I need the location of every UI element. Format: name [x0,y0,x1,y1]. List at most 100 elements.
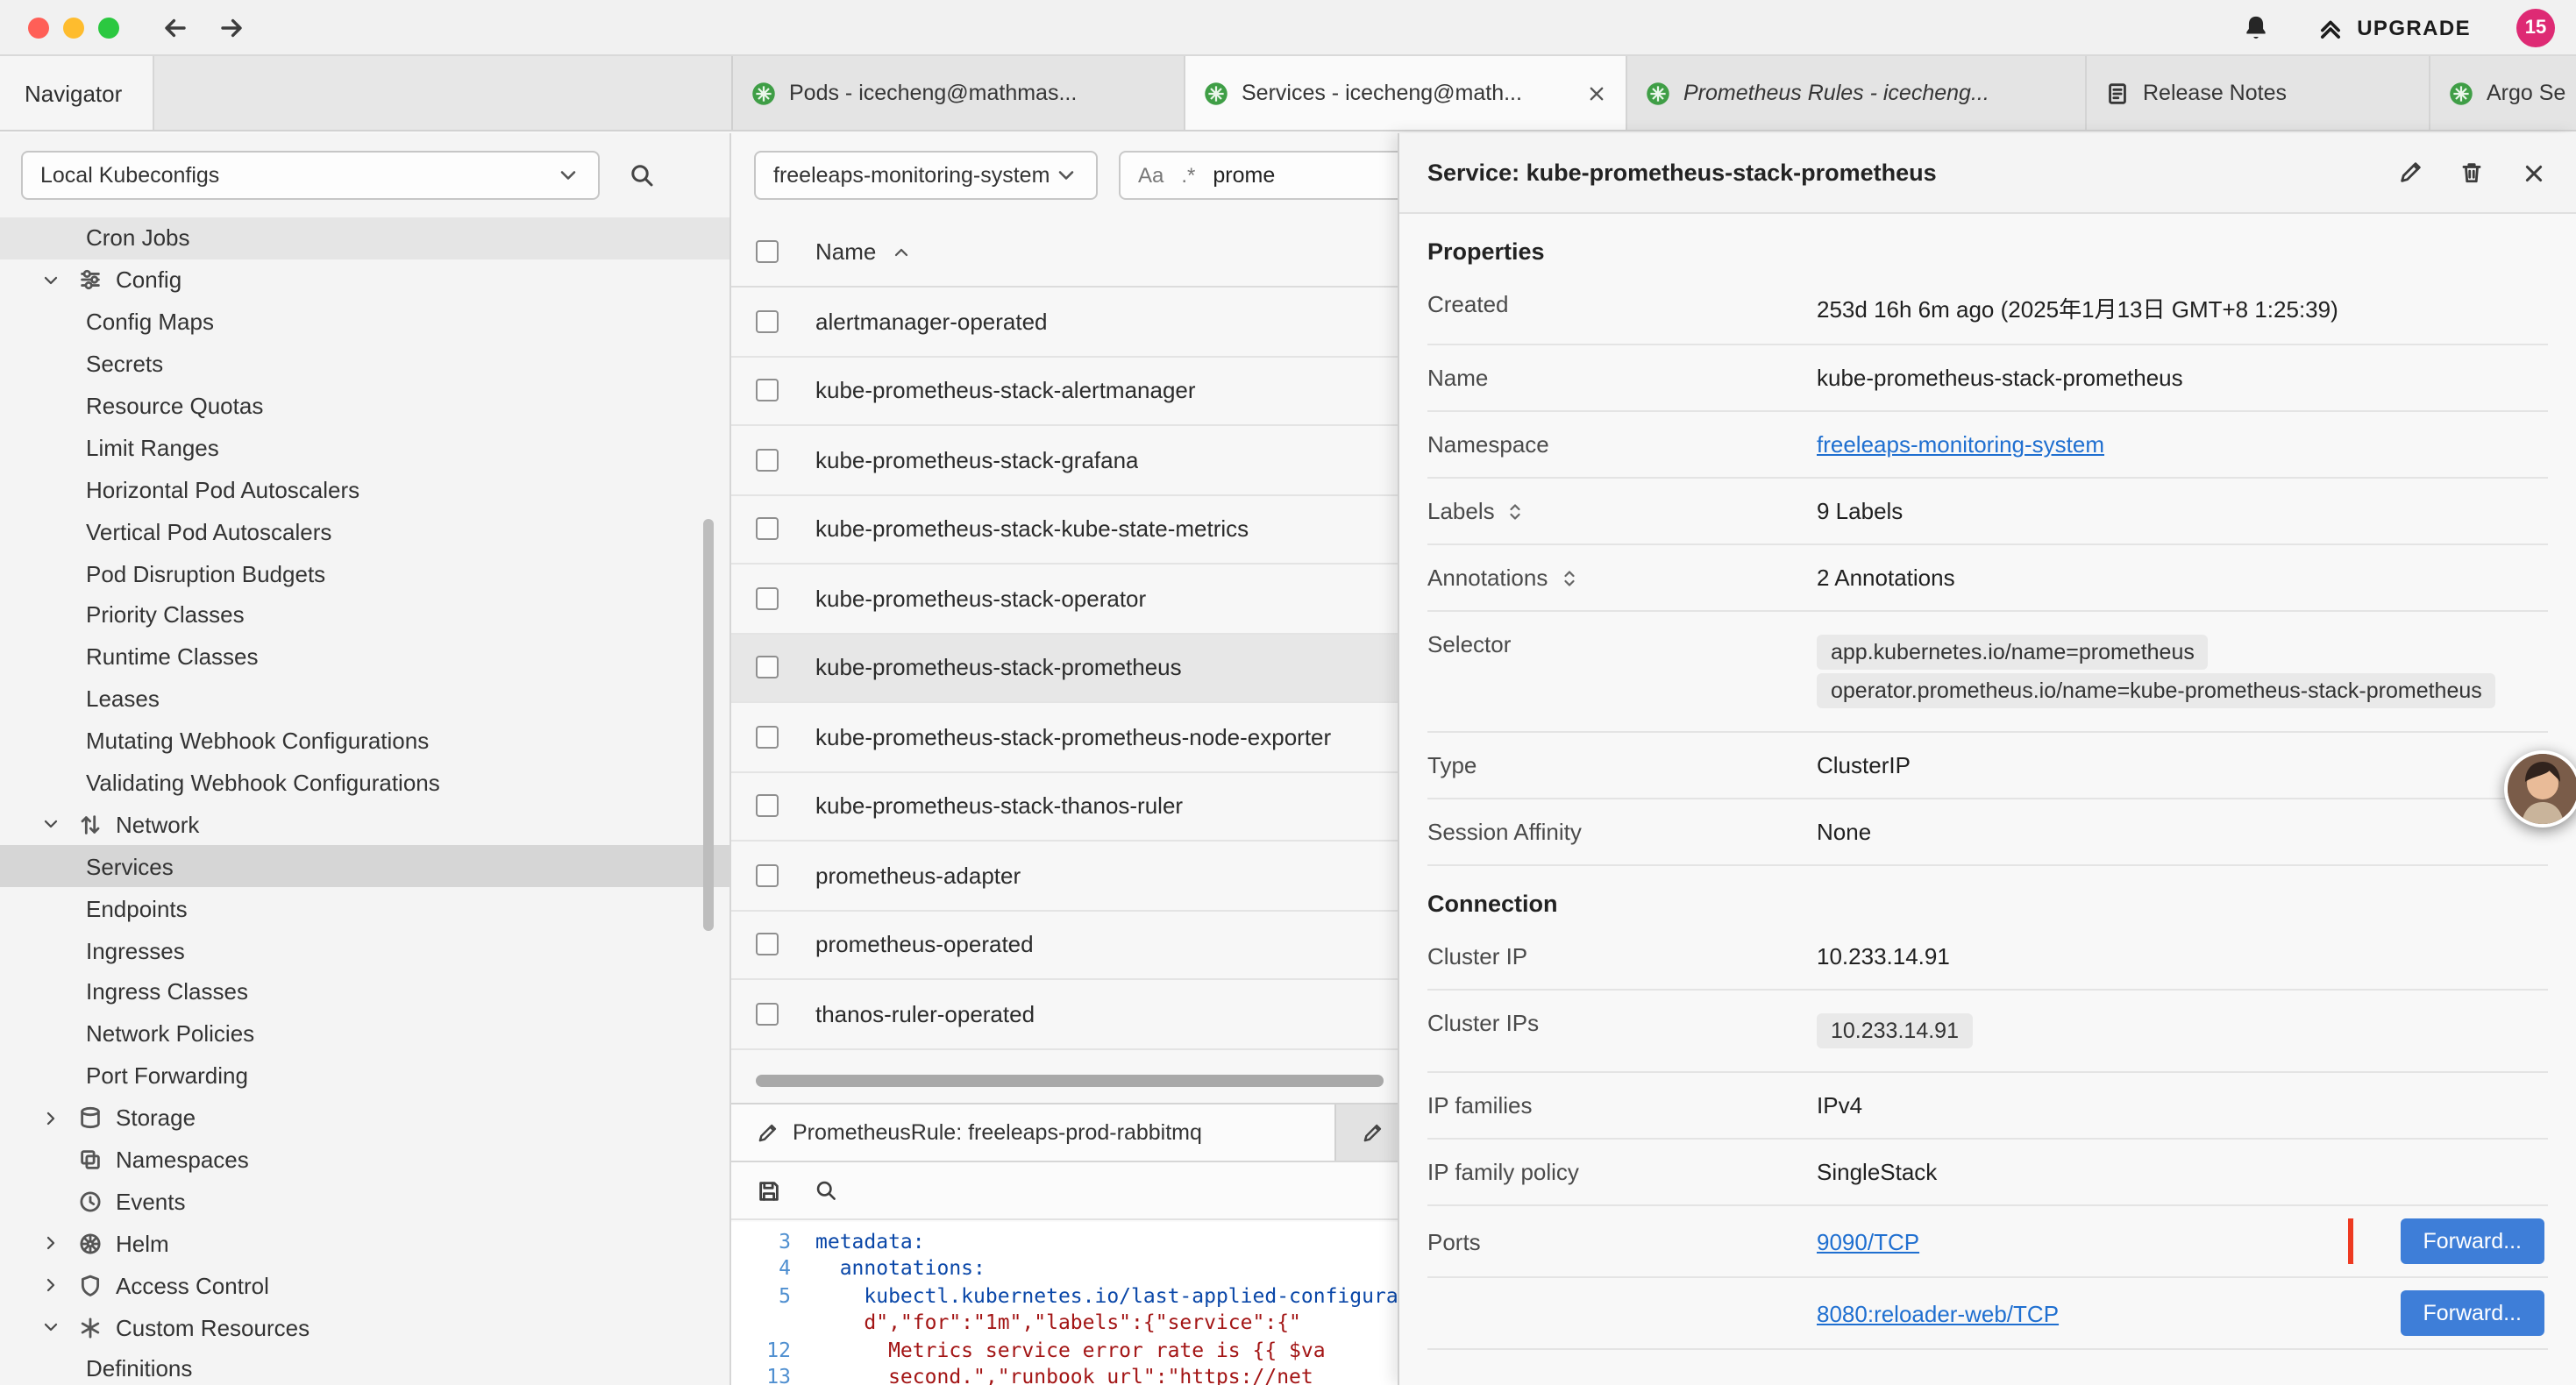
editor-search-icon[interactable] [814,1178,838,1203]
drawer-label-text: Session Affinity [1427,819,1582,845]
sidebar-item-ingress-classes[interactable]: Ingress Classes [0,971,729,1013]
sidebar-item-definitions[interactable]: Definitions [0,1348,729,1385]
row-checkbox[interactable] [756,587,779,610]
namespace-link[interactable]: freeleaps-monitoring-system [1817,431,2104,458]
tab-navigator[interactable]: Navigator [0,56,154,130]
sidebar-search-icon[interactable] [628,161,656,189]
kubeconfig-select[interactable]: Local Kubeconfigs [21,151,600,200]
row-checkbox[interactable] [756,657,779,679]
webcam-avatar[interactable] [2504,750,2576,827]
drawer-label: Session Affinity [1427,819,1817,845]
sidebar-item-label: Mutating Webhook Configurations [86,728,429,754]
sidebar-item-priority-classes[interactable]: Priority Classes [0,594,729,636]
port-link[interactable]: 8080:reloader-web/TCP [1817,1300,2059,1326]
sidebar-item-endpoints[interactable]: Endpoints [0,888,729,930]
sidebar-item-label: Helm [116,1231,169,1257]
chevron-down-icon [556,163,580,188]
drawer-item-port: 8080:reloader-web/TCP Forward... [1427,1278,2548,1350]
section-heading-connection: Connection [1427,891,2548,917]
sidebar-item-services[interactable]: Services [0,846,729,888]
lens-logo-icon [751,80,777,106]
chevron-right-icon[interactable] [39,1233,63,1254]
app-tab-argo-se[interactable]: Argo Se [2430,56,2576,130]
chevron-right-icon[interactable] [39,1107,63,1128]
sidebar-scrollbar[interactable] [703,519,714,931]
drawer-label-text: Selector [1427,631,1511,657]
match-case-toggle[interactable]: Aa [1138,163,1163,188]
sidebar-item-cron-jobs[interactable]: Cron Jobs [0,217,729,259]
drawer-label-text: Annotations [1427,565,1548,591]
select-all-checkbox[interactable] [756,240,779,263]
chevron-right-icon[interactable] [39,1275,63,1296]
row-checkbox[interactable] [756,934,779,956]
sidebar-item-limit-ranges[interactable]: Limit Ranges [0,427,729,469]
close-icon[interactable] [1585,82,1608,104]
updown-chevrons-icon[interactable] [1558,567,1579,588]
zoom-window-button[interactable] [98,17,119,38]
forward-arrow-icon[interactable] [217,13,246,41]
details-body: PropertiesCreated253d 16h 6m ago (2025年1… [1399,214,2576,1385]
name-column-header: Name [815,238,876,265]
sidebar-item-horizontal-pod-autoscalers[interactable]: Horizontal Pod Autoscalers [0,469,729,511]
chevron-down-icon[interactable] [39,814,63,835]
save-icon[interactable] [756,1177,782,1204]
drawer-label: Ports [1427,1228,1817,1254]
sidebar-item-ingresses[interactable]: Ingresses [0,929,729,971]
drawer-item-name: Namekube-prometheus-stack-prometheus [1427,345,2548,412]
forward-button[interactable]: Forward... [2400,1290,2544,1336]
table-scrollbar[interactable] [756,1075,1384,1087]
minimize-window-button[interactable] [63,17,84,38]
sidebar-item-storage[interactable]: Storage [0,1097,729,1139]
drawer-label: Selector [1427,631,1817,657]
upgrade-button[interactable]: UPGRADE [2316,13,2471,41]
sidebar-item-port-forwarding[interactable]: Port Forwarding [0,1055,729,1097]
app-tab-release-notes[interactable]: Release Notes [2087,56,2430,130]
sidebar-item-mutating-webhook-configurations[interactable]: Mutating Webhook Configurations [0,720,729,762]
regex-toggle[interactable]: .* [1181,163,1195,188]
port-link[interactable]: 9090/TCP [1817,1228,1919,1254]
sidebar-item-leases[interactable]: Leases [0,678,729,721]
row-checkbox[interactable] [756,449,779,472]
sidebar-item-helm[interactable]: Helm [0,1223,729,1265]
sidebar-item-namespaces[interactable]: Namespaces [0,1139,729,1181]
sidebar-item-network-policies[interactable]: Network Policies [0,1013,729,1055]
namespace-select[interactable]: freeleaps-monitoring-system [754,151,1098,200]
chevron-down-icon[interactable] [39,1317,63,1338]
forward-button[interactable]: Forward... [2400,1218,2544,1264]
close-window-button[interactable] [28,17,49,38]
sidebar-item-access-control[interactable]: Access Control [0,1265,729,1307]
back-arrow-icon[interactable] [161,13,189,41]
sidebar-item-config[interactable]: Config [0,259,729,302]
row-checkbox[interactable] [756,726,779,749]
row-checkbox[interactable] [756,518,779,541]
row-checkbox[interactable] [756,795,779,818]
updown-chevrons-icon[interactable] [1505,501,1526,522]
notifications-bell-icon[interactable] [2241,12,2271,42]
sidebar-item-pod-disruption-budgets[interactable]: Pod Disruption Budgets [0,552,729,594]
drawer-value: kube-prometheus-stack-prometheus [1817,365,2548,391]
chevron-down-icon[interactable] [39,270,63,291]
sidebar-item-config-maps[interactable]: Config Maps [0,302,729,344]
sidebar-item-resource-quotas[interactable]: Resource Quotas [0,385,729,427]
app-tab-prometheus-rules-icecheng[interactable]: Prometheus Rules - icecheng... [1627,56,2087,130]
sidebar-item-network[interactable]: Network [0,804,729,846]
close-drawer-button[interactable] [2520,159,2548,187]
sidebar-item-vertical-pod-autoscalers[interactable]: Vertical Pod Autoscalers [0,510,729,552]
dock-tab[interactable]: PrometheusRule: freeleaps-prod-rabbitmq [731,1104,1336,1161]
sidebar-item-label: Pod Disruption Budgets [86,560,325,586]
delete-button[interactable] [2459,159,2485,187]
sidebar-item-custom-resources[interactable]: Custom Resources [0,1306,729,1348]
sidebar-item-events[interactable]: Events [0,1181,729,1223]
row-checkbox[interactable] [756,1003,779,1026]
app-tab-services-icecheng-math[interactable]: Services - icecheng@math... [1185,56,1627,130]
row-checkbox[interactable] [756,380,779,402]
sidebar-item-secrets[interactable]: Secrets [0,343,729,385]
app-tab-pods-icecheng-mathmas[interactable]: Pods - icecheng@mathmas... [733,56,1185,130]
sidebar-item-validating-webhook-configurations[interactable]: Validating Webhook Configurations [0,762,729,804]
sidebar-item-label: Ingress Classes [86,979,248,1005]
sidebar-item-runtime-classes[interactable]: Runtime Classes [0,636,729,678]
notification-count-badge[interactable]: 15 [2516,8,2555,46]
row-checkbox[interactable] [756,864,779,887]
row-checkbox[interactable] [756,310,779,333]
edit-button[interactable] [2397,159,2423,187]
